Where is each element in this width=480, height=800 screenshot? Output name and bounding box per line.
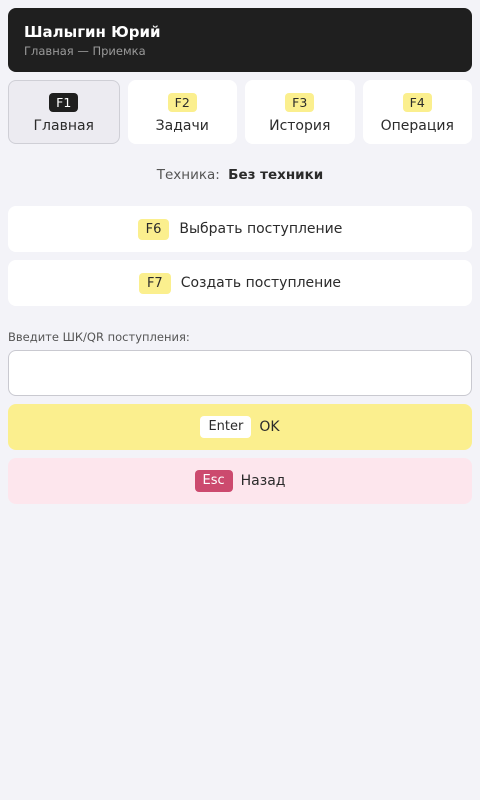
button-label: Назад: [240, 473, 286, 489]
nav-tabs: F1 Главная F2 Задачи F3 История F4 Опера…: [8, 80, 472, 144]
hotkey-badge: F3: [285, 93, 315, 112]
hotkey-badge: F1: [49, 93, 79, 112]
create-receipt-button[interactable]: F7 Создать поступление: [8, 260, 472, 306]
hotkey-badge: Enter: [200, 416, 252, 438]
equipment-label: Техника:: [156, 167, 220, 183]
tab-history[interactable]: F3 История: [245, 80, 355, 144]
button-label: Выбрать поступление: [179, 221, 343, 237]
hotkey-badge: F4: [402, 93, 432, 112]
app-header: Шалыгин Юрий Главная — Приемка: [8, 8, 472, 72]
equipment-value: Без техники: [228, 167, 324, 183]
button-label: OK: [259, 419, 280, 435]
equipment-status: Техника: Без техники: [0, 166, 480, 184]
button-label: Создать поступление: [180, 275, 342, 291]
select-receipt-button[interactable]: F6 Выбрать поступление: [8, 206, 472, 252]
barcode-input[interactable]: [8, 350, 472, 396]
ok-button[interactable]: Enter OK: [8, 404, 472, 450]
hotkey-badge: Esc: [194, 470, 233, 492]
user-name: Шалыгин Юрий: [24, 23, 161, 41]
tab-tasks[interactable]: F2 Задачи: [127, 80, 237, 144]
hotkey-badge: F7: [138, 272, 171, 294]
tab-operation[interactable]: F4 Операция: [362, 80, 472, 144]
hotkey-badge: F6: [137, 218, 170, 240]
tab-label: Задачи: [155, 118, 209, 134]
barcode-label: Введите ШК/QR поступления:: [8, 330, 190, 344]
tab-label: Главная: [33, 118, 94, 134]
hotkey-badge: F2: [167, 93, 197, 112]
back-button[interactable]: Esc Назад: [8, 458, 472, 504]
tab-label: Операция: [380, 118, 454, 134]
tab-label: История: [269, 118, 331, 134]
breadcrumb: Главная — Приемка: [24, 44, 146, 58]
tab-main[interactable]: F1 Главная: [8, 80, 120, 144]
